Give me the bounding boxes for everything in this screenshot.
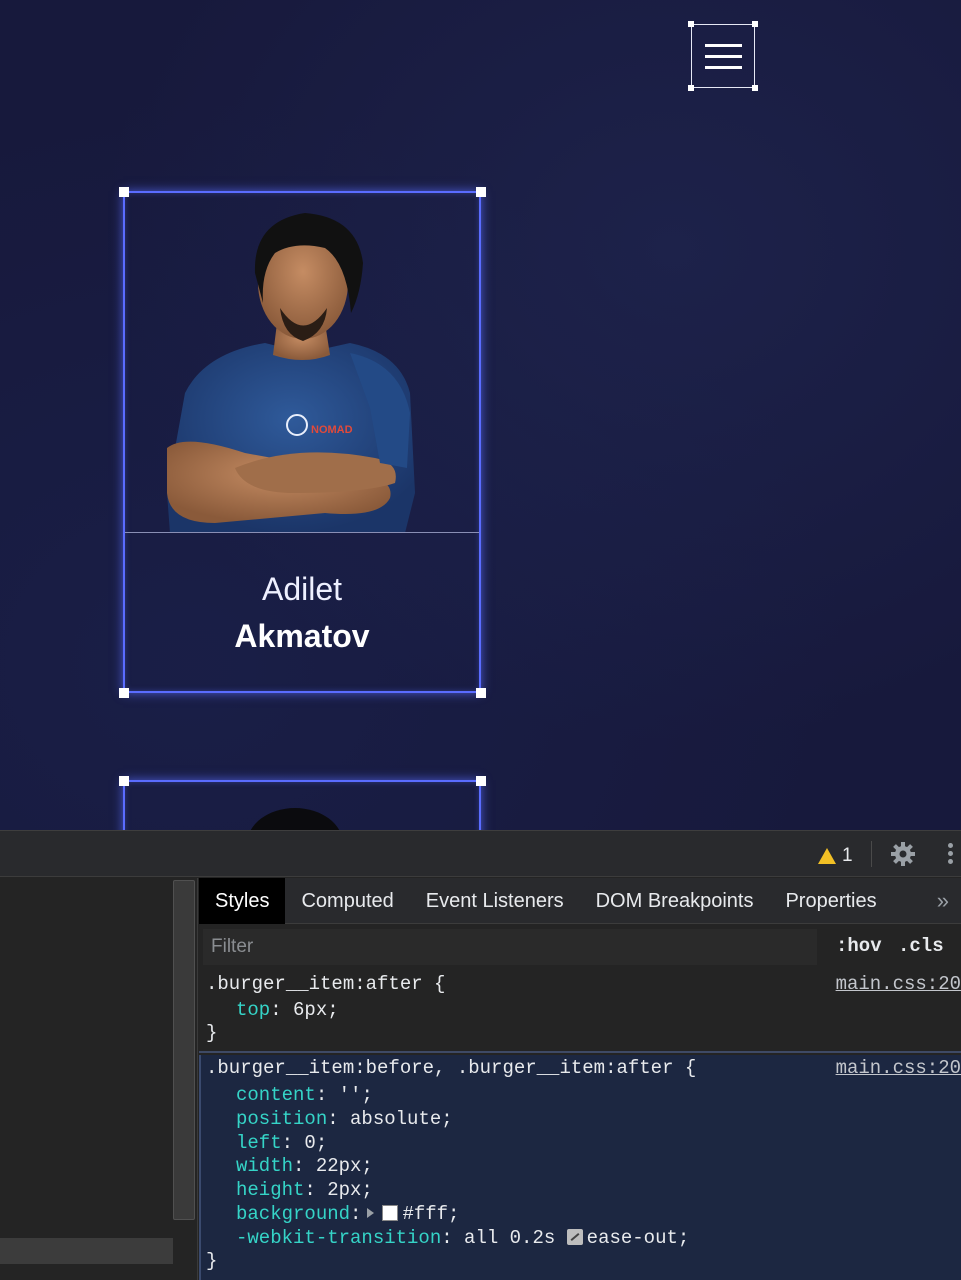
class-toggle[interactable]: .cls bbox=[898, 935, 944, 957]
color-swatch[interactable] bbox=[382, 1205, 399, 1221]
selection-handle bbox=[476, 688, 486, 698]
css-declaration[interactable]: top: 6px; bbox=[236, 999, 339, 1023]
rule-source-link[interactable]: main.css:20 bbox=[836, 973, 961, 997]
selection-handle bbox=[688, 21, 694, 27]
member-first-name: Adilet bbox=[261, 571, 343, 607]
selection-handle bbox=[119, 187, 129, 197]
selection-handle bbox=[119, 776, 129, 786]
selection-handle bbox=[119, 688, 129, 698]
selection-handle bbox=[688, 85, 694, 91]
devtools-panel: 1 Styles Computed Event Listeners DOM Br… bbox=[0, 830, 961, 1280]
css-rule: .burger__item:before, .burger__item:afte… bbox=[199, 1055, 961, 1280]
team-member-card[interactable]: NOMAD Adilet Akmatov bbox=[123, 191, 481, 693]
burger-menu-button[interactable] bbox=[691, 24, 755, 88]
css-declaration[interactable]: -webkit-transition: all 0.2s ease-out; bbox=[236, 1227, 689, 1251]
easing-editor-icon[interactable] bbox=[566, 1229, 583, 1245]
tab-computed[interactable]: Computed bbox=[285, 878, 409, 924]
person-photo-icon bbox=[250, 808, 340, 830]
expand-triangle-icon[interactable] bbox=[367, 1208, 375, 1218]
tab-dom-breakpoints[interactable]: DOM Breakpoints bbox=[580, 878, 770, 924]
more-options-icon[interactable] bbox=[944, 841, 956, 867]
tab-properties[interactable]: Properties bbox=[769, 878, 892, 924]
elements-panel bbox=[0, 878, 198, 1280]
css-rule: .burger__item:after { main.css:20 top: 6… bbox=[199, 971, 961, 1053]
css-declaration[interactable]: position: absolute; bbox=[236, 1108, 453, 1132]
warning-count: 1 bbox=[842, 845, 853, 866]
css-declaration[interactable]: height: 2px; bbox=[236, 1179, 373, 1203]
member-last-name: Akmatov bbox=[234, 618, 370, 654]
tab-styles[interactable]: Styles bbox=[199, 878, 286, 924]
selection-handle bbox=[752, 21, 758, 27]
selected-node-row[interactable] bbox=[0, 1238, 173, 1264]
css-declaration[interactable]: width: 22px; bbox=[236, 1155, 373, 1179]
rule-source-link[interactable]: main.css:20 bbox=[836, 1057, 961, 1081]
rule-close-brace: } bbox=[206, 1022, 218, 1044]
scrollbar[interactable] bbox=[173, 880, 195, 1220]
team-member-card[interactable] bbox=[123, 780, 481, 830]
rule-highlight-edge bbox=[199, 1055, 201, 1280]
css-declaration[interactable]: content: ''; bbox=[236, 1084, 373, 1108]
filter-bar: :hov .cls bbox=[199, 925, 961, 969]
page-viewport: NOMAD Adilet Akmatov bbox=[0, 0, 961, 830]
hover-state-toggle[interactable]: :hov bbox=[836, 935, 882, 957]
warnings-indicator[interactable]: 1 bbox=[818, 845, 853, 867]
selection-handle bbox=[476, 187, 486, 197]
styles-filter-input[interactable] bbox=[203, 929, 817, 965]
member-photo: NOMAD bbox=[125, 193, 479, 533]
tab-event-listeners[interactable]: Event Listeners bbox=[410, 878, 580, 924]
selection-handle bbox=[752, 85, 758, 91]
css-declaration[interactable]: left: 0; bbox=[236, 1132, 327, 1156]
rule-selector[interactable]: .burger__item:before, .burger__item:afte… bbox=[206, 1057, 696, 1081]
svg-text:NOMAD: NOMAD bbox=[311, 424, 353, 436]
rule-selector[interactable]: .burger__item:after { bbox=[206, 973, 445, 997]
more-tabs-icon[interactable]: » bbox=[937, 888, 949, 914]
burger-line-bottom bbox=[705, 66, 742, 69]
burger-line-top bbox=[705, 44, 742, 47]
toolbar-divider bbox=[871, 841, 872, 867]
css-declaration[interactable]: background: #fff; bbox=[236, 1203, 459, 1227]
burger-line-middle bbox=[705, 55, 742, 58]
person-photo-icon: NOMAD bbox=[167, 213, 415, 532]
selection-handle bbox=[476, 776, 486, 786]
warning-icon bbox=[818, 848, 836, 864]
sidebar-tabs: Styles Computed Event Listeners DOM Brea… bbox=[199, 878, 961, 924]
gear-icon[interactable] bbox=[890, 841, 916, 867]
rule-close-brace: } bbox=[206, 1250, 218, 1272]
devtools-toolbar: 1 bbox=[0, 831, 961, 877]
